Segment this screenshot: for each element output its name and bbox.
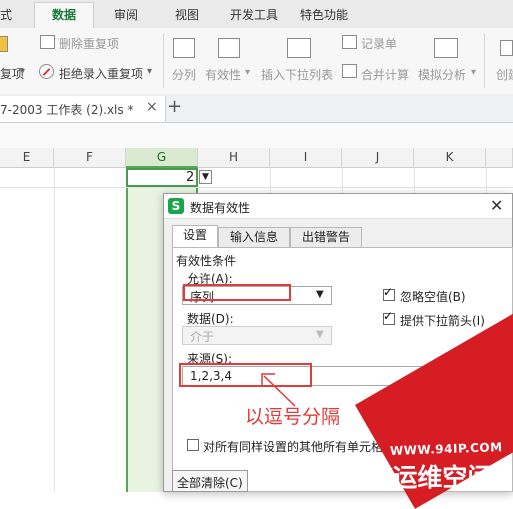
what-if-button[interactable]: 模拟分析 (418, 66, 466, 83)
annotation-text: 以逗号分隔 (245, 406, 341, 428)
watermark-brand: IT运维空间 (366, 463, 493, 492)
chevron-down-icon[interactable]: ▼ (316, 289, 324, 300)
grid-line (0, 187, 513, 188)
chevron-down-icon: ▼ (316, 329, 324, 340)
column-header[interactable]: J (342, 148, 414, 168)
chevron-down-icon[interactable]: ▾ (471, 67, 476, 78)
column-header[interactable] (486, 148, 513, 168)
data-select-value: 介于 (190, 330, 215, 344)
document-tab-title: 7-2003 工作表 (2).xls * (0, 103, 134, 117)
cell-dropdown-button[interactable]: ▼ (199, 170, 212, 184)
validity-button[interactable]: 有效性 (205, 66, 241, 83)
validation-criteria-heading: 有效性条件 (176, 254, 237, 268)
grid-line (54, 168, 55, 492)
insert-dropdown-button[interactable]: 插入下拉列表 (261, 66, 333, 83)
tab-special[interactable]: 特色功能 (300, 6, 348, 26)
delete-duplicates-button[interactable]: 删除重复项 (59, 35, 119, 52)
reject-duplicates-button[interactable]: 拒绝录入重复项 (59, 65, 143, 82)
column-header[interactable]: E (0, 148, 54, 168)
create-group-icon[interactable] (500, 40, 513, 56)
ribbon-separator (163, 34, 164, 88)
dropdown-arrow-label[interactable]: 提供下拉箭头(I) (400, 312, 485, 329)
column-header[interactable]: K (414, 148, 486, 168)
data-label: 数据(D): (187, 312, 234, 326)
apply-all-checkbox[interactable] (187, 439, 199, 451)
highlight-box (183, 284, 291, 301)
insert-dropdown-icon[interactable] (287, 38, 311, 58)
active-cell-value: 2 (186, 170, 195, 185)
column-header-selected[interactable]: G (126, 148, 198, 168)
split-column-button[interactable]: 分列 (172, 66, 196, 83)
consolidate-icon[interactable] (342, 64, 357, 78)
apply-all-label[interactable]: 对所有同样设置的其他所有单元格 (203, 438, 383, 455)
tab-formula-partial[interactable]: 式 (0, 6, 12, 26)
close-icon[interactable]: × (146, 99, 158, 115)
clear-all-label: 全部清除(C) (177, 476, 243, 490)
what-if-icon[interactable] (434, 38, 458, 58)
dialog-title: 数据有效性 (190, 201, 251, 215)
app-logo-icon: S (168, 198, 184, 214)
check-icon: ✓ (383, 309, 394, 323)
formula-bar-area (0, 123, 513, 148)
chevron-down-icon[interactable]: ▾ (20, 66, 25, 77)
record-form-button[interactable]: 记录单 (361, 35, 397, 52)
close-icon[interactable]: ✕ (490, 196, 503, 215)
tab-input-message[interactable]: 输入信息 (218, 227, 290, 247)
check-icon: ✓ (383, 285, 394, 299)
validity-icon[interactable] (218, 38, 240, 58)
chevron-down-icon[interactable]: ▾ (245, 67, 250, 78)
chevron-down-icon[interactable]: ▾ (147, 66, 152, 77)
column-header[interactable]: H (198, 148, 270, 168)
highlight-duplicates-icon[interactable] (0, 36, 8, 52)
create-group-button[interactable]: 创建 (496, 66, 513, 83)
column-header[interactable]: F (54, 148, 126, 168)
ignore-blank-label[interactable]: 忽略空值(B) (400, 288, 466, 305)
consolidate-button[interactable]: 合并计算 (361, 66, 409, 83)
reject-duplicates-icon[interactable] (39, 64, 54, 79)
tab-error-alert[interactable]: 出错警告 (290, 227, 362, 247)
tab-data[interactable]: 数据 (34, 2, 94, 29)
ribbon-separator (484, 34, 485, 88)
tab-view[interactable]: 视图 (175, 6, 199, 26)
delete-duplicates-icon[interactable] (40, 35, 55, 49)
tab-developer[interactable]: 开发工具 (230, 6, 278, 26)
new-tab-plus-icon[interactable]: + (167, 96, 182, 117)
column-header[interactable]: I (270, 148, 342, 168)
record-form-icon[interactable] (342, 35, 357, 49)
split-column-icon[interactable] (173, 38, 195, 58)
tab-settings[interactable]: 设置 (172, 225, 218, 248)
tab-review[interactable]: 审阅 (114, 6, 138, 26)
